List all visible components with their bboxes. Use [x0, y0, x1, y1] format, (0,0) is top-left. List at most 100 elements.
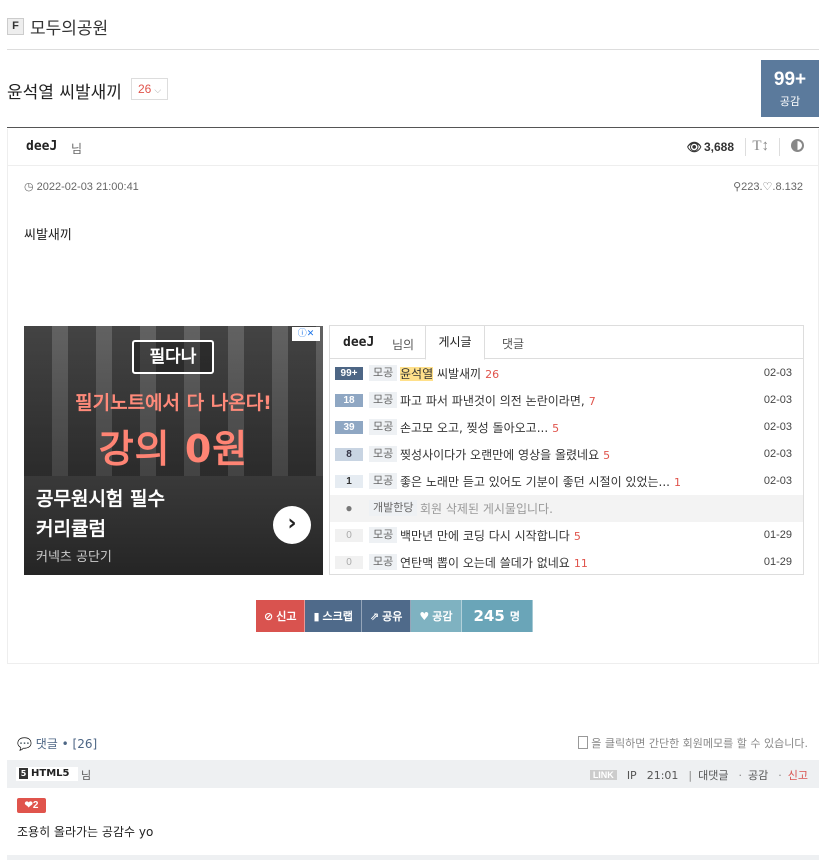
deleted-notice: 회원 삭제된 게시물입니다.: [420, 502, 553, 516]
advertisement[interactable]: ⓘ✕ 필다나 필기노트에서 다 나온다! 강의 0원 공무원시험 필수 커리큘럼…: [24, 326, 323, 575]
ban-icon: ⊘: [264, 609, 274, 623]
comment-author-bar: 5 HTML5 님 LINK IP 21:01 | 대댓글 · 공감 · 신고: [7, 760, 819, 788]
comment-count: 26: [485, 368, 500, 381]
user-posts-username: deeJ: [343, 335, 375, 350]
share-button[interactable]: ⇗ 공유: [361, 600, 412, 632]
post-content: 씨발새끼: [24, 228, 72, 243]
comment-like-button[interactable]: 공감: [748, 767, 768, 783]
board-badge: F: [7, 18, 24, 35]
list-item[interactable]: 8 모공 찢성사이다가 오랜만에 영상을 올렸네요 5 02-03: [330, 441, 803, 468]
post-link[interactable]: 백만년 만에 코딩 다시 시작합니다 5: [400, 527, 581, 544]
post-link-text: 파고 파서 파낸것이 의전 논란이라면,: [400, 394, 585, 408]
post-link[interactable]: 찢성사이다가 오랜만에 영상을 올렸네요 5: [400, 446, 610, 463]
post-date: 02-03: [763, 394, 792, 406]
comment-count: 5: [552, 422, 560, 435]
divider: ·: [778, 768, 782, 782]
post-link-text: 백만년 만에 코딩 다시 시작합니다: [400, 529, 570, 543]
commenter-badge[interactable]: 5 HTML5: [16, 767, 78, 781]
comment-text: 조용히 올라가는 공감수 yo: [17, 825, 154, 839]
board-header: F 모두의공원: [7, 10, 819, 50]
list-item[interactable]: 0 모공 백만년 만에 코딩 다시 시작합니다 5 01-29: [330, 522, 803, 549]
comments-header: 💬 댓글 • [26]: [17, 735, 97, 752]
share-label: 공유: [382, 610, 403, 623]
post-link[interactable]: 좋은 노래만 듣고 있어도 기분이 좋던 시절이 있었는... 1: [400, 473, 681, 490]
board-name[interactable]: 모두의공원: [30, 14, 108, 39]
view-count: 👁 3,688: [687, 140, 734, 154]
post-link-text: 연탄맥 뽑이 오는데 쓸데가 없네요: [400, 556, 570, 570]
like-count-badge: 8: [335, 448, 363, 461]
list-item[interactable]: 18 모공 파고 파서 파낸것이 의전 논란이라면, 7 02-03: [330, 387, 803, 414]
post-date: 02-03: [763, 421, 792, 433]
info-icon: ●: [345, 501, 353, 515]
tab-posts[interactable]: 게시글: [425, 325, 485, 360]
board-tag: 모공: [369, 365, 398, 381]
clock-icon: ◷: [24, 181, 37, 193]
bookmark-icon: ▮: [313, 609, 320, 623]
eye-icon: 👁: [686, 140, 702, 154]
post-date: 02-03: [763, 475, 792, 487]
board-tag: 모공: [369, 473, 398, 489]
post-link-text: 좋은 노래만 듣고 있어도 기분이 좋던 시절이 있었는...: [400, 475, 670, 489]
ad-headline: 강의 0원: [98, 427, 249, 471]
comment-time: 21:01: [646, 768, 679, 782]
list-item[interactable]: 39 모공 손고모 오고, 찢성 돌아오고... 5 02-03: [330, 414, 803, 441]
comment-count: 5: [573, 530, 581, 543]
post-date: 02-03: [763, 448, 792, 460]
link-badge: LINK: [589, 770, 617, 780]
commenter-suffix: 님: [81, 769, 92, 782]
like-count-badge: 99+: [335, 367, 363, 380]
ad-title-line1: 공무원시험 필수: [36, 488, 165, 510]
view-count-value: 3,688: [703, 140, 734, 154]
author-name[interactable]: deeJ: [26, 139, 57, 154]
post-date: 01-29: [763, 556, 792, 568]
post-link-text: 씨발새끼: [433, 367, 482, 381]
board-tag: 모공: [369, 446, 398, 462]
post-date: 02-03: [763, 367, 792, 379]
contrast-icon[interactable]: [791, 139, 804, 152]
board-tag: 모공: [369, 419, 398, 435]
chevron-right-icon[interactable]: ›: [273, 506, 311, 544]
comment-count: 7: [588, 395, 596, 408]
post-body: ◷ 2022-02-03 21:00:41 ⚲223.♡.8.132 씨발새끼 …: [7, 166, 819, 664]
ad-brand: 필다나: [132, 340, 214, 374]
post-link[interactable]: 파고 파서 파낸것이 의전 논란이라면, 7: [400, 392, 596, 409]
post-date-value: 2022-02-03 21:00:41: [36, 181, 139, 193]
share-icon: ⇗: [369, 609, 380, 623]
post-link[interactable]: 손고모 오고, 찢성 돌아오고... 5: [400, 419, 559, 436]
font-size-icon[interactable]: T↕: [752, 138, 769, 155]
memo-hint: 을 클릭하면 간단한 회원메모를 할 수 있습니다.: [578, 735, 808, 751]
post-link[interactable]: 연탄맥 뽑이 오는데 쓸데가 없네요 11: [400, 554, 588, 571]
report-button[interactable]: ⊘ 신고: [256, 600, 306, 632]
like-count-badge: 18: [335, 394, 363, 407]
divider: [745, 138, 746, 156]
like-count-display: 245 명: [461, 600, 533, 632]
reply-button[interactable]: 대댓글: [698, 767, 728, 783]
post-ip-value: 223.♡.8.132: [741, 181, 803, 193]
list-item[interactable]: 1 모공 좋은 노래만 듣고 있어도 기분이 좋던 시절이 있었는... 1 02…: [330, 468, 803, 495]
tab-comments[interactable]: 댓글: [502, 335, 524, 352]
ad-info-icon[interactable]: ⓘ✕: [292, 327, 320, 341]
post-date: 01-29: [763, 529, 792, 541]
author-suffix: 님: [71, 142, 83, 156]
location-icon: ⚲: [733, 181, 742, 193]
list-item[interactable]: 99+ 모공 윤석열 씨발새끼 26 02-03: [330, 360, 803, 387]
like-box[interactable]: 99+ 공감: [761, 60, 819, 117]
post-link-text: 손고모 오고, 찢성 돌아오고...: [400, 421, 549, 435]
board-tag: 모공: [369, 554, 398, 570]
like-label: 공감: [432, 610, 453, 623]
list-item[interactable]: 0 모공 연탄맥 뽑이 오는데 쓸데가 없네요 11 01-29: [330, 549, 803, 576]
post-title: 윤석열 씨발새끼: [7, 83, 122, 103]
divider: |: [688, 768, 693, 782]
board-tag: 개발한당: [369, 500, 418, 516]
comment-count: 11: [573, 557, 588, 570]
divider: [779, 138, 780, 156]
author-bar: deeJ 님 👁 3,688 T↕: [7, 129, 819, 166]
comment-report-button[interactable]: 신고: [788, 767, 808, 783]
post-link[interactable]: 윤석열 씨발새끼 26: [400, 365, 499, 382]
scrap-button[interactable]: ▮ 스크랩: [305, 600, 362, 632]
comment-ip: IP: [626, 768, 637, 782]
comment-like-badge: ❤2: [17, 798, 46, 813]
like-button[interactable]: ♥ 공감: [411, 600, 462, 632]
comment-count-badge[interactable]: 26 ⌵: [131, 78, 169, 100]
memo-hint-text: 을 클릭하면 간단한 회원메모를 할 수 있습니다.: [591, 737, 808, 750]
